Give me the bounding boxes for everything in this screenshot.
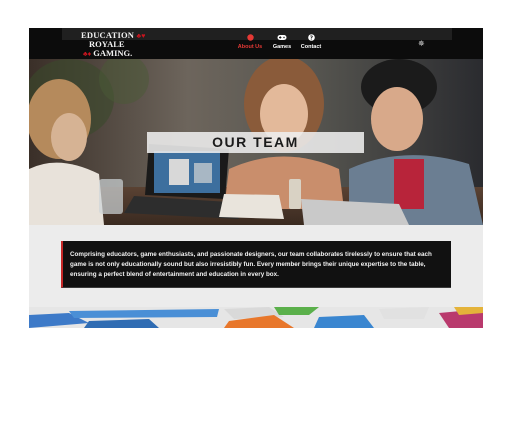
page-frame: EDUCATION ♣♥ ROYALE ♣♦ GAMING. About Us …	[29, 28, 483, 328]
site-logo[interactable]: EDUCATION ♣♥ ROYALE ♣♦ GAMING.	[79, 30, 159, 59]
nav-item-contact[interactable]: ? Contact	[291, 34, 331, 50]
team-description-text: Comprising educators, game enthusiasts, …	[70, 251, 432, 278]
hero-title-banner: OUR TEAM	[147, 132, 364, 153]
gamepad-icon	[277, 35, 287, 40]
about-section: Comprising educators, game enthusiasts, …	[29, 225, 483, 307]
nav-label-about-us: About Us	[237, 44, 263, 50]
nav-label-contact: Contact	[300, 44, 322, 50]
logo-suits-bottom: ♣♦	[83, 50, 92, 58]
game-pieces-illustration	[29, 307, 483, 328]
team-description-card: Comprising educators, game enthusiasts, …	[61, 241, 451, 288]
logo-line-3: ♣♦ GAMING.	[83, 49, 132, 59]
logo-text-gaming: GAMING.	[93, 48, 133, 58]
question-icon: ?	[307, 34, 315, 41]
red-circle-icon	[246, 34, 254, 41]
top-navbar: EDUCATION ♣♥ ROYALE ♣♦ GAMING. About Us …	[29, 28, 483, 59]
logo-suits-top: ♣♥	[136, 32, 146, 40]
hero-team-photo: OUR TEAM	[29, 59, 483, 225]
gear-icon[interactable]: ✵	[418, 39, 425, 48]
nav-label-games: Games	[272, 44, 292, 50]
decorative-pieces-strip	[29, 307, 483, 328]
svg-text:?: ?	[309, 36, 312, 41]
